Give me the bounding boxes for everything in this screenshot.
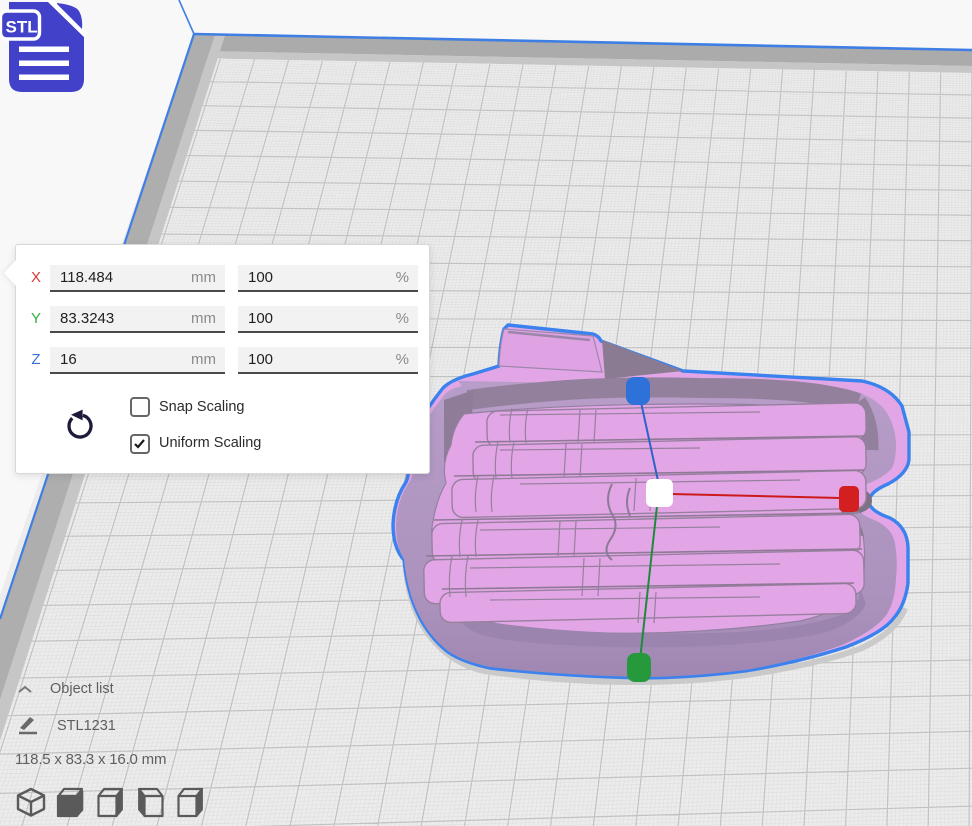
svg-text:STL: STL bbox=[6, 18, 38, 37]
